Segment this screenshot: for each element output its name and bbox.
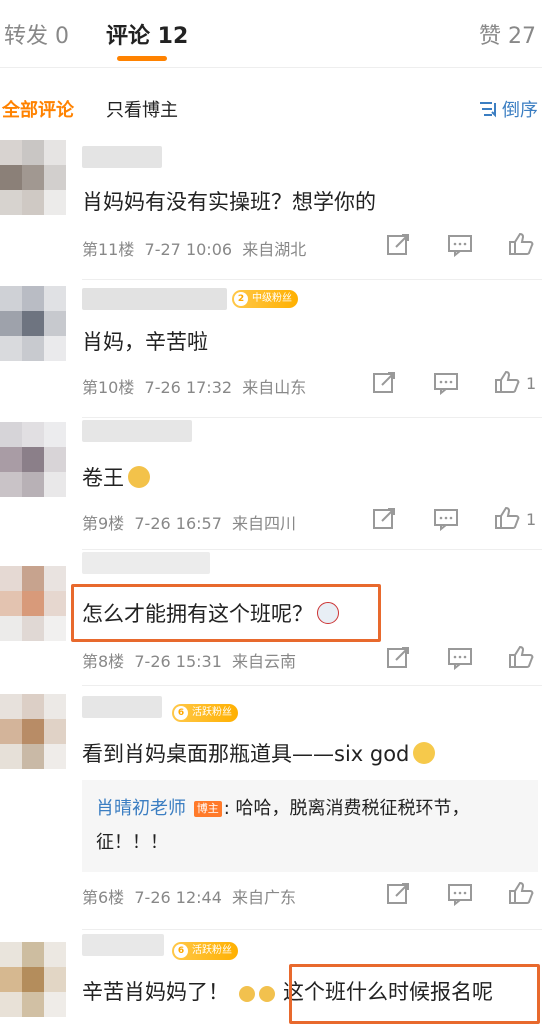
filter-all-comments[interactable]: 全部评论 bbox=[2, 96, 74, 122]
avatar[interactable] bbox=[0, 694, 66, 770]
comment-meta: 第11楼 7-27 10:06 来自湖北 bbox=[82, 236, 306, 260]
comment-item: 肖妈妈有没有实操班？想学你的 第11楼 7-27 10:06 来自湖北 bbox=[0, 140, 542, 280]
badge-label: 中级粉丝 bbox=[252, 293, 292, 304]
comment-location: 来自四川 bbox=[232, 514, 297, 533]
sticker-emoji-icon bbox=[259, 986, 275, 1002]
comment-text-content: 卷王 bbox=[82, 466, 124, 490]
floor-number: 第6楼 bbox=[82, 888, 125, 907]
repost-icon[interactable] bbox=[372, 507, 398, 531]
badge-label: 活跃粉丝 bbox=[192, 945, 232, 956]
reply-author-name[interactable]: 肖晴初老师 bbox=[96, 798, 186, 819]
fan-level-badge: 6 活跃粉丝 bbox=[172, 942, 238, 960]
badge-level: 2 bbox=[234, 292, 248, 306]
like-icon[interactable] bbox=[508, 232, 534, 256]
username-blurred[interactable] bbox=[82, 552, 210, 574]
comment-text: 肖妈妈有没有实操班？想学你的 bbox=[82, 190, 376, 214]
comment-time: 7-27 10:06 bbox=[144, 240, 233, 259]
repost-icon[interactable] bbox=[386, 233, 412, 257]
comment-location: 来自山东 bbox=[242, 378, 307, 397]
active-tab-indicator bbox=[117, 56, 167, 61]
comment-icon[interactable] bbox=[433, 371, 459, 395]
comment-text-part-1: 辛苦肖妈妈了！ bbox=[82, 980, 229, 1004]
comment-location: 来自云南 bbox=[232, 652, 297, 671]
username-blurred[interactable] bbox=[82, 288, 227, 310]
tab-comments[interactable]: 评论 12 bbox=[106, 18, 188, 50]
comment-filter-bar: 全部评论 只看博主 倒序 bbox=[0, 68, 542, 148]
floor-number: 第11楼 bbox=[82, 240, 135, 259]
comment-icon[interactable] bbox=[433, 507, 459, 531]
badge-level: 6 bbox=[174, 706, 188, 720]
comment-item: 2 中级粉丝 肖妈，辛苦啦 第10楼 7-26 17:32 来自山东 1 bbox=[0, 280, 542, 418]
tab-likes[interactable]: 赞 27 bbox=[479, 18, 536, 50]
sort-button[interactable]: 倒序 bbox=[478, 96, 538, 122]
reply-preview[interactable]: 肖晴初老师 博主: 哈哈，脱离消费税征税环节，征！！！ bbox=[82, 780, 538, 872]
username-blurred[interactable] bbox=[82, 420, 192, 442]
comment-location: 来自广东 bbox=[232, 888, 297, 907]
comment-icon[interactable] bbox=[447, 882, 473, 906]
comment-item: 怎么才能拥有这个班呢？ 第8楼 7-26 15:31 来自云南 bbox=[0, 550, 542, 686]
comment-tab-bar: 转发 0 评论 12 赞 27 bbox=[0, 0, 542, 68]
badge-label: 活跃粉丝 bbox=[192, 707, 232, 718]
repost-icon[interactable] bbox=[386, 882, 412, 906]
avatar[interactable] bbox=[0, 286, 66, 362]
highlight-box bbox=[71, 584, 381, 642]
doge-emoji-icon bbox=[128, 466, 150, 488]
comment-text: 卷王 bbox=[82, 462, 150, 492]
comment-meta: 第9楼 7-26 16:57 来自四川 bbox=[82, 510, 296, 534]
comment-text-content: 看到肖妈桌面那瓶道具——six god bbox=[82, 742, 410, 766]
highlight-box bbox=[289, 964, 540, 1024]
comment-meta: 第6楼 7-26 12:44 来自广东 bbox=[82, 884, 296, 908]
floor-number: 第9楼 bbox=[82, 514, 125, 533]
comment-time: 7-26 15:31 bbox=[134, 652, 222, 671]
repost-icon[interactable] bbox=[372, 371, 398, 395]
comment-text: 肖妈，辛苦啦 bbox=[82, 330, 208, 354]
like-icon[interactable] bbox=[494, 370, 520, 394]
like-icon[interactable] bbox=[508, 881, 534, 905]
sticker-emoji-icon bbox=[239, 986, 255, 1002]
comment-time: 7-26 17:32 bbox=[144, 378, 233, 397]
comment-time: 7-26 16:57 bbox=[134, 514, 222, 533]
sort-icon bbox=[480, 102, 496, 118]
comment-icon[interactable] bbox=[447, 646, 473, 670]
like-count: 1 bbox=[526, 374, 537, 393]
username-blurred[interactable] bbox=[82, 696, 162, 718]
floor-number: 第10楼 bbox=[82, 378, 135, 397]
comment-item: 卷王 第9楼 7-26 16:57 来自四川 1 bbox=[0, 418, 542, 550]
comment-icon[interactable] bbox=[447, 233, 473, 257]
like-count: 1 bbox=[526, 510, 537, 529]
avatar[interactable] bbox=[0, 942, 66, 1018]
avatar[interactable] bbox=[0, 140, 66, 216]
fan-level-badge: 6 活跃粉丝 bbox=[172, 704, 238, 722]
avatar[interactable] bbox=[0, 422, 66, 498]
repost-icon[interactable] bbox=[386, 646, 412, 670]
username-blurred[interactable] bbox=[82, 146, 162, 168]
comment-location: 来自湖北 bbox=[242, 240, 307, 259]
laughing-emoji-icon bbox=[413, 742, 436, 764]
badge-level: 6 bbox=[174, 944, 188, 958]
like-icon[interactable] bbox=[494, 506, 520, 530]
comment-item: 6 活跃粉丝 辛苦肖妈妈了！ 这个班什么时候报名呢 bbox=[0, 930, 542, 1024]
comment-meta: 第8楼 7-26 15:31 来自云南 bbox=[82, 648, 296, 672]
author-tag: 博主 bbox=[193, 801, 222, 817]
comment-meta: 第10楼 7-26 17:32 来自山东 bbox=[82, 374, 306, 398]
username-blurred[interactable] bbox=[82, 934, 164, 956]
filter-author-only[interactable]: 只看博主 bbox=[106, 96, 178, 122]
comment-time: 7-26 12:44 bbox=[134, 888, 222, 907]
sort-label: 倒序 bbox=[502, 100, 538, 121]
tab-repost[interactable]: 转发 0 bbox=[4, 18, 69, 50]
avatar[interactable] bbox=[0, 566, 66, 642]
like-icon[interactable] bbox=[508, 645, 534, 669]
comment-text: 看到肖妈桌面那瓶道具——six god bbox=[82, 738, 436, 768]
fan-level-badge: 2 中级粉丝 bbox=[232, 290, 298, 308]
floor-number: 第8楼 bbox=[82, 652, 125, 671]
comment-item: 6 活跃粉丝 看到肖妈桌面那瓶道具——six god 肖晴初老师 博主: 哈哈，脱… bbox=[0, 686, 542, 930]
